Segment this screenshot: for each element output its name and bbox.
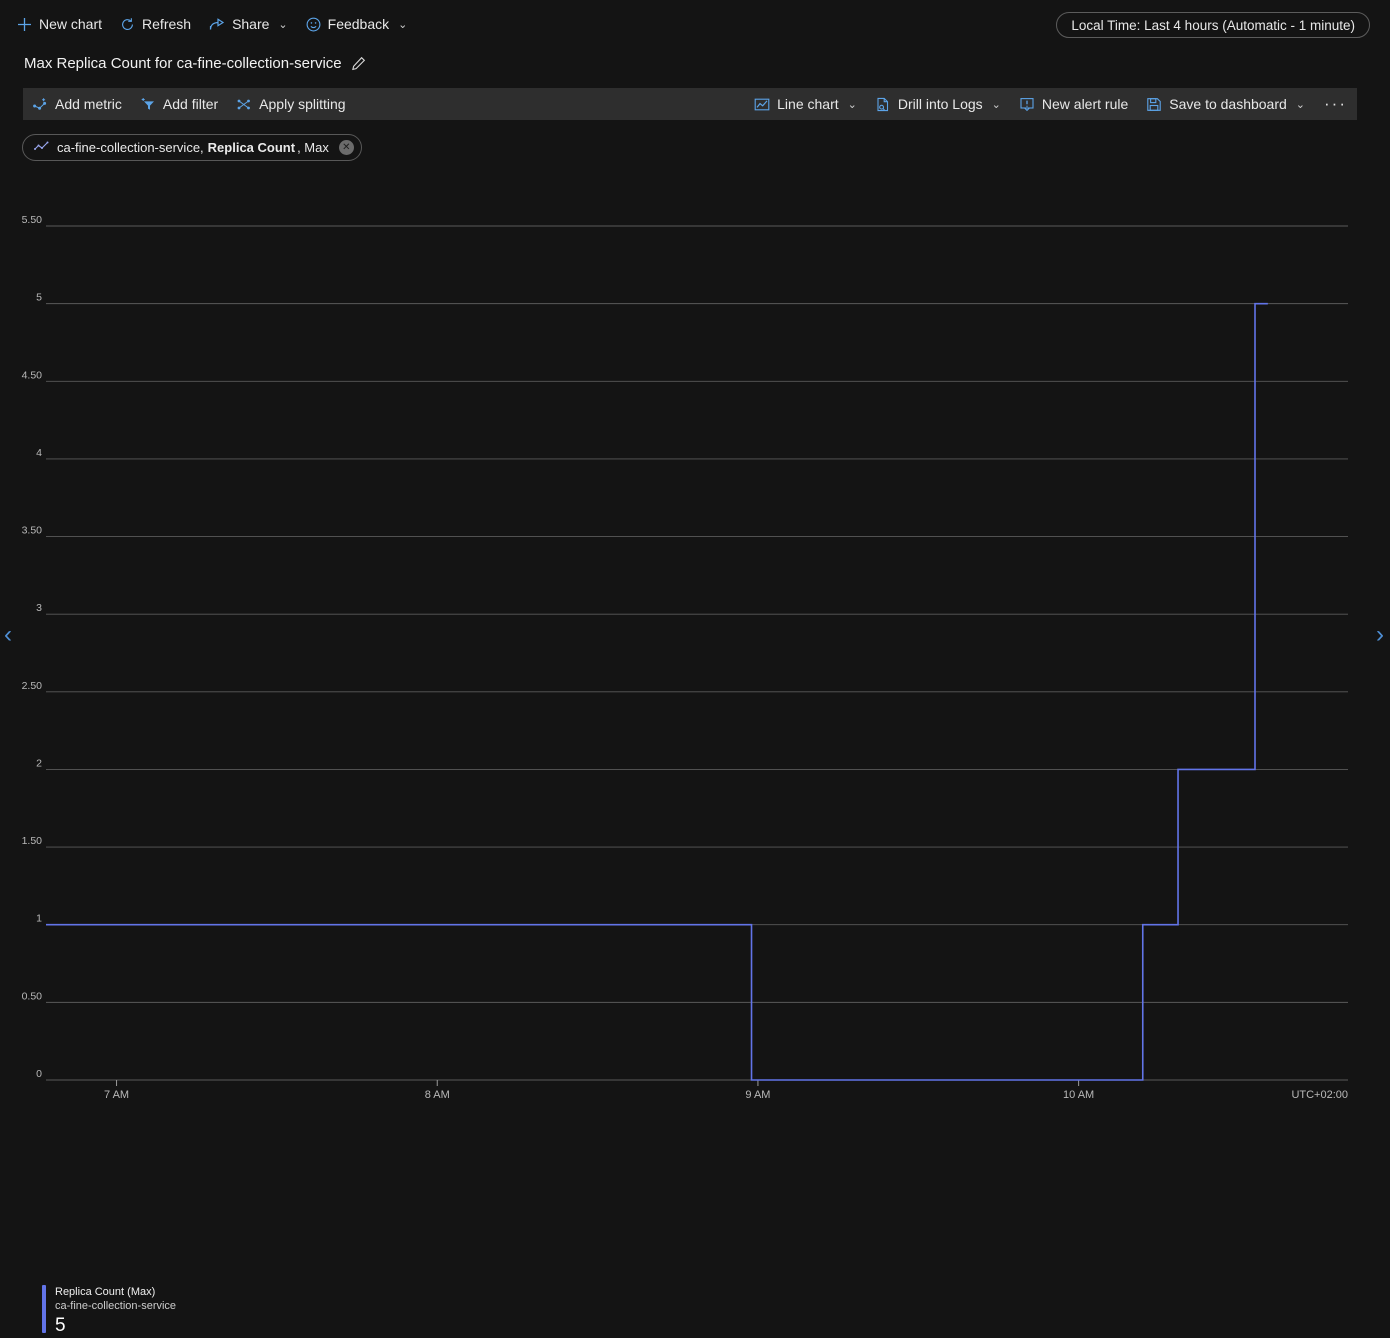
chevron-down-icon[interactable]: ⌄ [398,18,407,31]
metrics-line-chart[interactable]: 5.50 5 4.50 4 3.50 3 2.50 2 1.50 1 0.50 0 7 AM 8 AM 9… [0,180,1390,1110]
drill-into-logs-label: Drill into Logs [897,96,983,112]
line-chart-icon [754,97,770,112]
toolbar-right-group: Line chart ⌄ Drill into Logs ⌄ New alert… [745,88,1357,120]
drill-logs-icon [875,97,891,112]
refresh-icon [120,17,135,32]
add-metric-label: Add metric [55,96,122,112]
alert-rule-icon [1019,97,1035,112]
refresh-label: Refresh [142,16,192,32]
y-axis-tick-label: 1 [36,913,42,925]
chart-plot-area: ‹ › 5.50 5 4.50 4 3.50 3 2.50 2 1.50 1 0.50 0 7 AM 8… [0,180,1390,1336]
smiley-icon [306,17,321,32]
plus-icon [17,17,32,32]
chart-type-label: Line chart [777,96,839,112]
feedback-label: Feedback [327,16,390,32]
chart-type-button[interactable]: Line chart ⌄ [745,88,866,120]
apply-splitting-icon [236,97,252,112]
metric-chip-resource: ca-fine-collection-service, [57,140,204,155]
x-axis-tick-label: 10 AM [1063,1089,1094,1101]
chart-gridlines [46,225,1348,1081]
metric-chip-row: ca-fine-collection-service, Replica Coun… [22,134,362,161]
y-axis-tick-label: 4 [36,447,42,459]
y-axis-tick-label: 2 [36,757,42,769]
y-axis-tick-label: 5 [36,292,42,304]
y-axis-tick-label: 0.50 [22,990,43,1002]
chart-title-row: Max Replica Count for ca-fine-collection… [24,55,366,72]
drill-into-logs-button[interactable]: Drill into Logs ⌄ [866,88,1010,120]
pencil-icon[interactable] [351,56,366,71]
chevron-down-icon[interactable]: ⌄ [1296,98,1305,111]
chart-legend[interactable]: Replica Count (Max) ca-fine-collection-s… [42,1285,176,1338]
y-axis-tick-label: 5.50 [22,214,43,226]
legend-color-swatch [42,1285,46,1333]
x-axis-tick-label: 9 AM [745,1089,770,1101]
chart-x-axis: 7 AM 8 AM 9 AM 10 AM UTC+02:00 [104,1080,1348,1101]
page-title: Max Replica Count for ca-fine-collection… [24,55,342,72]
new-chart-label: New chart [39,16,103,32]
y-axis-tick-label: 1.50 [22,835,43,847]
add-filter-button[interactable]: Add filter [131,88,227,120]
chevron-down-icon[interactable]: ⌄ [848,98,857,111]
time-range-picker[interactable]: Local Time: Last 4 hours (Automatic - 1 … [1056,12,1370,38]
metric-chip-aggregation: , Max [297,140,329,155]
x-axis-tick-label: 7 AM [104,1089,129,1101]
y-axis-tick-label: 3.50 [22,525,43,537]
y-axis-tick-label: 4.50 [22,369,43,381]
save-to-dashboard-label: Save to dashboard [1169,96,1287,112]
legend-resource-label: ca-fine-collection-service [55,1300,177,1312]
add-metric-button[interactable]: Add metric [23,88,131,120]
more-commands-button[interactable]: ··· [1314,94,1357,114]
feedback-button[interactable]: Feedback ⌄ [297,8,417,40]
scatter-line-icon [34,140,49,155]
metric-chip-metric: Replica Count [207,140,296,155]
new-alert-rule-button[interactable]: New alert rule [1010,88,1137,120]
metric-chip[interactable]: ca-fine-collection-service, Replica Coun… [22,134,362,161]
new-chart-button[interactable]: New chart [8,8,111,40]
time-range-label: Local Time: Last 4 hours (Automatic - 1 … [1071,17,1355,33]
add-filter-icon [140,97,156,112]
refresh-button[interactable]: Refresh [111,8,200,40]
chart-y-axis: 5.50 5 4.50 4 3.50 3 2.50 2 1.50 1 0.50 0 [22,214,43,1080]
apply-splitting-button[interactable]: Apply splitting [227,88,354,120]
new-alert-rule-label: New alert rule [1041,96,1129,112]
legend-value: 5 [55,1315,66,1336]
save-icon [1146,97,1162,112]
share-button[interactable]: Share ⌄ [200,8,297,40]
share-icon [209,17,225,32]
x-axis-tick-label: 8 AM [425,1089,450,1101]
chart-toolbar: Add metric Add filter Apply splitting Li… [23,88,1357,120]
command-bar: New chart Refresh Share ⌄ Feedback ⌄ Loc… [0,0,1390,48]
chevron-down-icon[interactable]: ⌄ [278,18,287,31]
y-axis-tick-label: 0 [36,1068,42,1080]
legend-text-group: Replica Count (Max) ca-fine-collection-s… [55,1285,176,1338]
y-axis-tick-label: 2.50 [22,680,43,692]
add-metric-icon [32,97,48,112]
add-filter-label: Add filter [162,96,219,112]
close-icon[interactable]: ✕ [338,140,354,155]
timezone-label: UTC+02:00 [1291,1089,1348,1101]
legend-metric-label: Replica Count (Max) [55,1286,156,1298]
save-to-dashboard-button[interactable]: Save to dashboard ⌄ [1137,88,1314,120]
share-label: Share [232,16,270,32]
y-axis-tick-label: 3 [36,602,42,614]
chevron-down-icon[interactable]: ⌄ [992,98,1001,111]
apply-splitting-label: Apply splitting [259,96,346,112]
